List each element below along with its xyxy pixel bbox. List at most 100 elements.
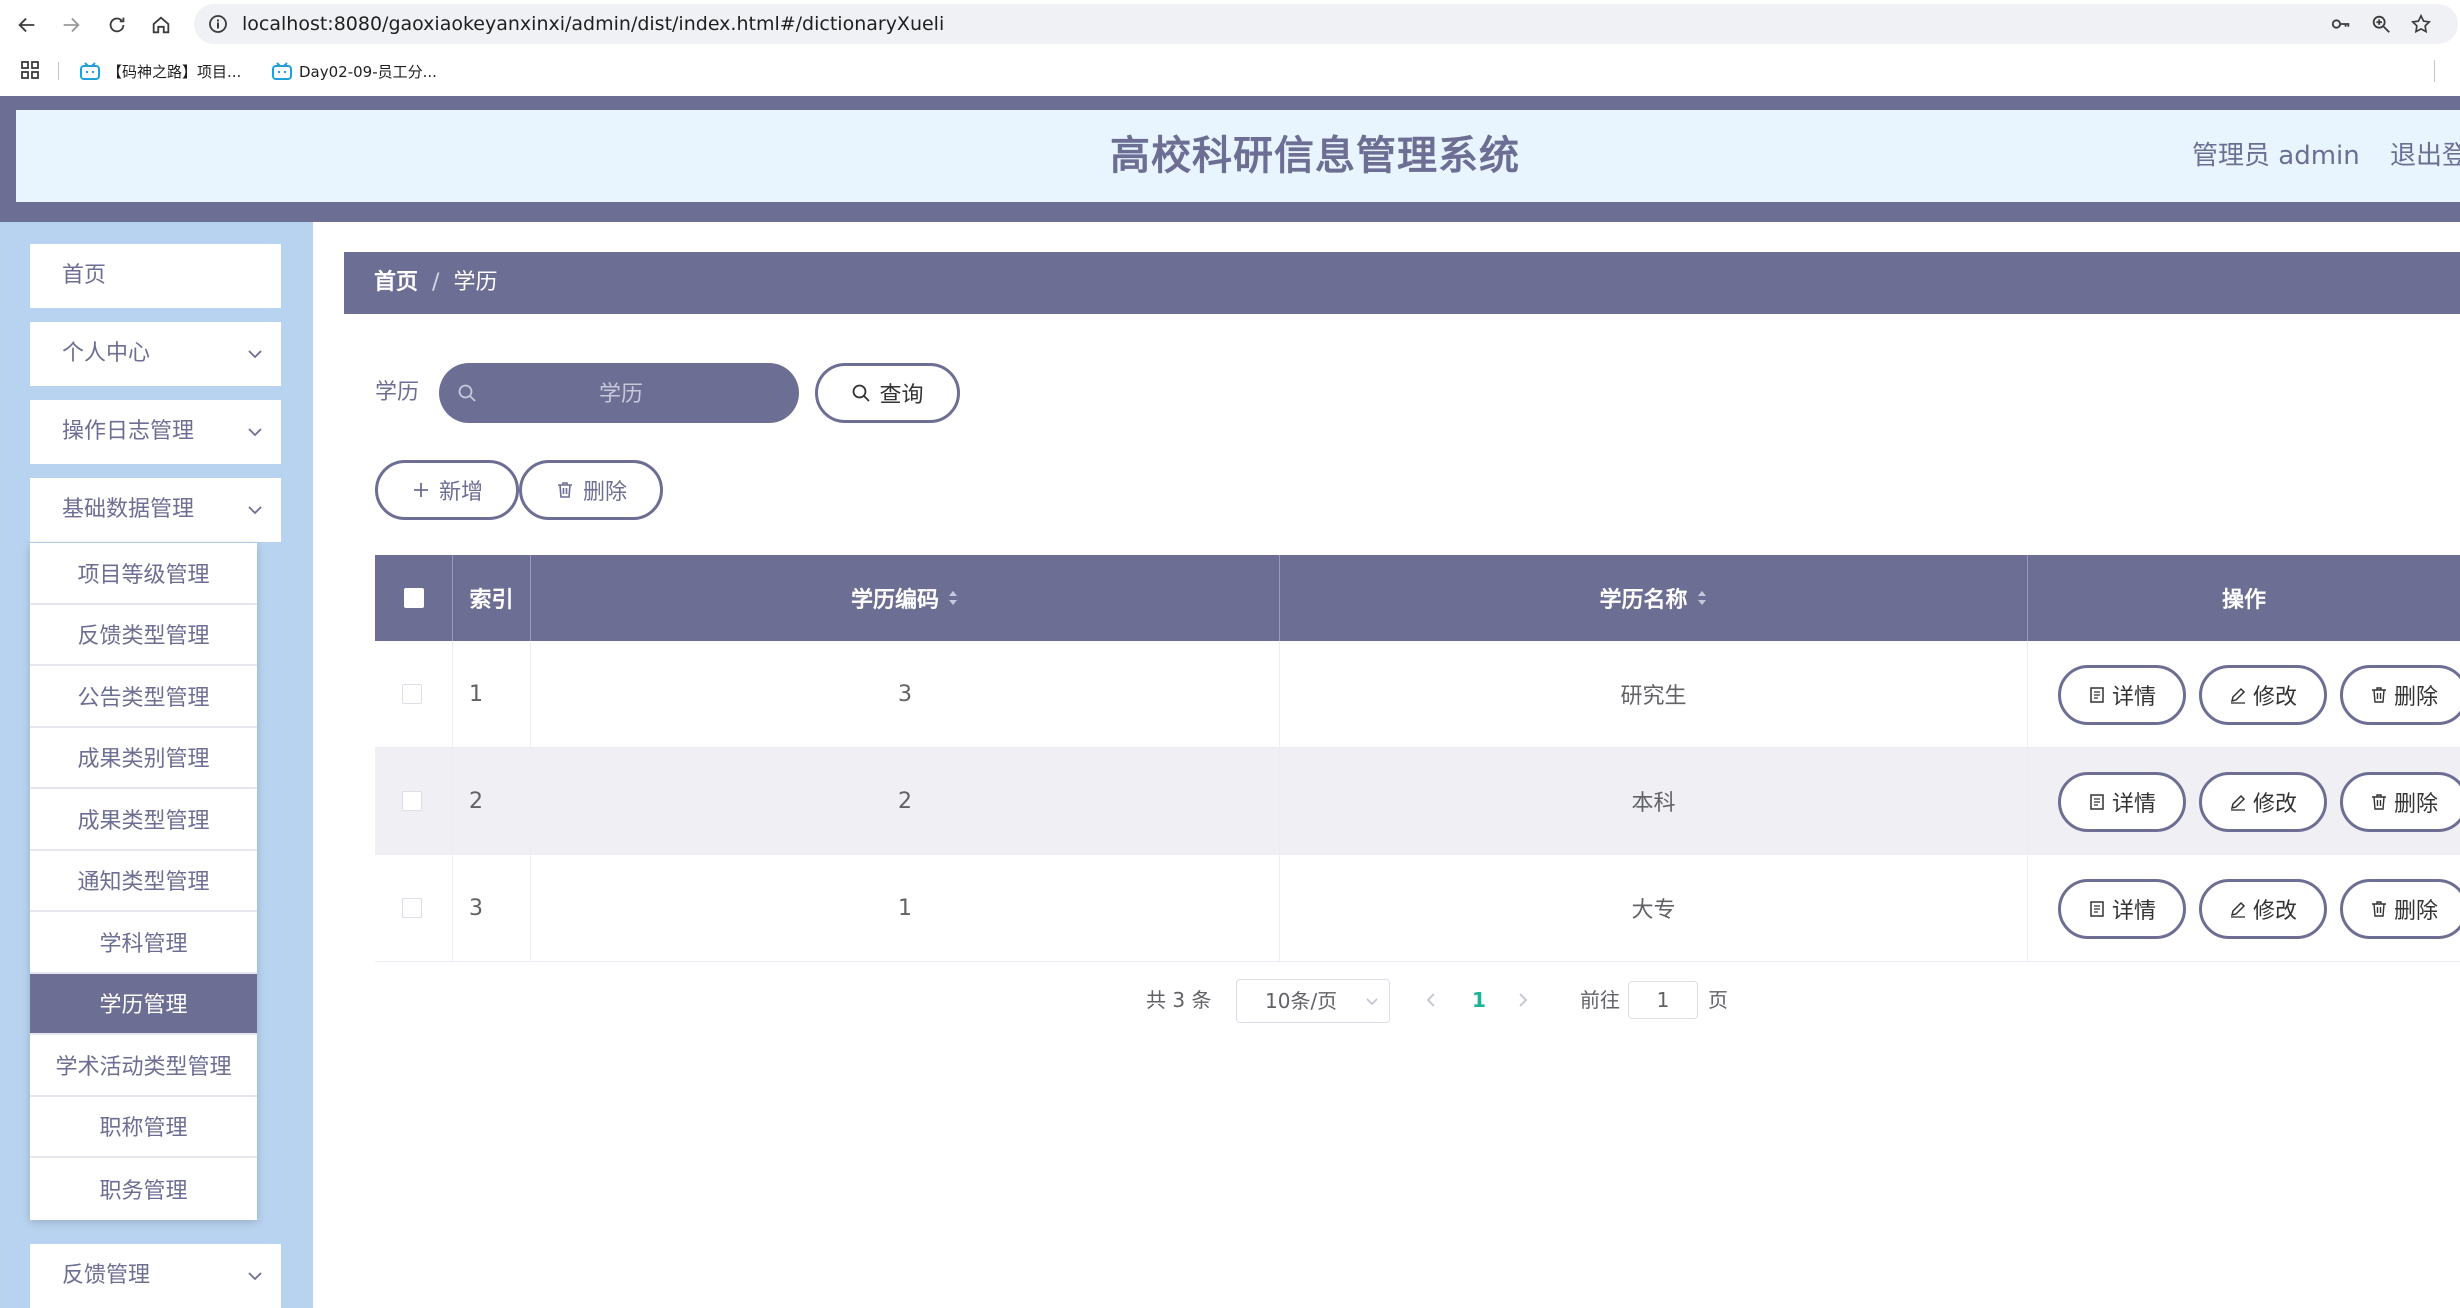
sidebar-item-feedback[interactable]: 反馈管理 xyxy=(30,1244,281,1308)
bookmark-label: Day02-09-员工分... xyxy=(299,62,437,81)
submenu-item[interactable]: 反馈类型管理 xyxy=(30,605,257,666)
bookmark-item[interactable]: 【码神之路】项目... xyxy=(80,58,241,84)
site-info-icon[interactable] xyxy=(208,14,228,34)
cell-ops: 详情 修改 删除 xyxy=(2028,641,2460,747)
column-header-name[interactable]: 学历名称 xyxy=(1280,555,2028,641)
table-row: 3 1 大专 详情 修改 删除 xyxy=(375,855,2460,962)
breadcrumb-home[interactable]: 首页 xyxy=(374,270,418,295)
back-icon[interactable] xyxy=(10,8,44,42)
chevron-down-icon xyxy=(248,350,262,359)
detail-button[interactable]: 详情 xyxy=(2058,665,2186,725)
bookmark-item[interactable]: Day02-09-员工分... xyxy=(272,58,437,84)
batch-delete-button[interactable]: 删除 xyxy=(519,460,663,520)
column-header-label: 索引 xyxy=(469,588,514,613)
add-button-label: 新增 xyxy=(438,480,483,505)
trash-icon xyxy=(2371,901,2386,917)
next-page-icon[interactable] xyxy=(1516,991,1530,1009)
breadcrumb-separator: / xyxy=(432,270,440,295)
submenu-item-active[interactable]: 学历管理 xyxy=(30,973,257,1035)
cell-index: 3 xyxy=(453,855,531,961)
bookmarks-bar: 【码神之路】项目... Day02-09-员工分... xyxy=(0,50,2460,92)
edit-button[interactable]: 修改 xyxy=(2199,879,2327,939)
row-checkbox[interactable] xyxy=(402,791,422,811)
edit-pencil-icon xyxy=(2230,687,2246,704)
reload-icon[interactable] xyxy=(100,8,134,42)
search-input[interactable] xyxy=(489,363,753,425)
chevron-down-icon xyxy=(248,506,262,515)
trash-icon xyxy=(2371,687,2386,703)
delete-button[interactable]: 删除 xyxy=(2340,879,2460,939)
document-icon xyxy=(2090,687,2104,703)
edit-label: 修改 xyxy=(2252,899,2297,924)
goto-page-input[interactable] xyxy=(1628,981,1698,1019)
delete-button[interactable]: 删除 xyxy=(2340,772,2460,832)
search-field[interactable] xyxy=(439,363,799,425)
sidebar-item-operation-log[interactable]: 操作日志管理 xyxy=(30,400,281,464)
submenu-item[interactable]: 成果类别管理 xyxy=(30,728,257,789)
password-key-icon[interactable] xyxy=(2330,13,2352,35)
cell-code: 2 xyxy=(531,748,1280,854)
submenu-item[interactable]: 成果类型管理 xyxy=(30,789,257,851)
delete-button[interactable]: 删除 xyxy=(2340,665,2460,725)
prev-page-icon[interactable] xyxy=(1424,991,1438,1009)
add-button[interactable]: 新增 xyxy=(375,460,519,520)
app-header: 高校科研信息管理系统 管理员 admin 退出登录 xyxy=(0,96,2460,222)
delete-label: 删除 xyxy=(2393,685,2438,710)
apps-grid-icon[interactable] xyxy=(20,60,40,80)
address-bar[interactable]: localhost:8080/gaoxiaokeyanxinxi/admin/d… xyxy=(194,4,2458,44)
edit-button[interactable]: 修改 xyxy=(2199,665,2327,725)
submenu-item[interactable]: 项目等级管理 xyxy=(30,543,257,605)
home-icon[interactable] xyxy=(144,8,178,42)
bookmark-star-icon[interactable] xyxy=(2410,13,2432,35)
submenu-item[interactable]: 学科管理 xyxy=(30,912,257,974)
page-size-select[interactable]: 10条/页 xyxy=(1236,979,1390,1023)
edit-label: 修改 xyxy=(2252,685,2297,710)
page-size-value: 10条/页 xyxy=(1265,989,1338,1013)
table-row: 1 3 研究生 详情 修改 删除 xyxy=(375,641,2460,748)
batch-delete-label: 删除 xyxy=(582,480,627,505)
column-header-index: 索引 xyxy=(453,555,531,641)
pagination-total: 共 3 条 xyxy=(1146,988,1212,1012)
bilibili-icon xyxy=(80,62,100,80)
sort-icon[interactable] xyxy=(1696,587,1708,609)
detail-button[interactable]: 详情 xyxy=(2058,772,2186,832)
column-header-code[interactable]: 学历编码 xyxy=(531,555,1280,641)
sidebar-item-basic-data[interactable]: 基础数据管理 xyxy=(30,478,281,542)
sidebar-item-personal-center[interactable]: 个人中心 xyxy=(30,322,281,386)
submenu-item[interactable]: 学术活动类型管理 xyxy=(30,1035,257,1097)
submenu-item[interactable]: 职称管理 xyxy=(30,1097,257,1158)
edit-pencil-icon xyxy=(2230,794,2246,811)
page-number-current[interactable]: 1 xyxy=(1472,979,1486,1021)
sort-icon[interactable] xyxy=(947,587,959,609)
logout-link[interactable]: 退出登录 xyxy=(2390,110,2460,202)
breadcrumb: 首页 / 学历 xyxy=(344,252,2460,314)
forward-icon[interactable] xyxy=(54,8,88,42)
search-icon xyxy=(853,384,871,402)
query-button[interactable]: 查询 xyxy=(815,363,960,423)
detail-button[interactable]: 详情 xyxy=(2058,879,2186,939)
delete-label: 删除 xyxy=(2393,792,2438,817)
sidebar-item-label: 个人中心 xyxy=(62,341,151,366)
submenu-item[interactable]: 公告类型管理 xyxy=(30,666,257,728)
row-checkbox[interactable] xyxy=(402,898,422,918)
url-text[interactable]: localhost:8080/gaoxiaokeyanxinxi/admin/d… xyxy=(242,4,944,44)
zoom-icon[interactable] xyxy=(2370,13,2392,35)
detail-label: 详情 xyxy=(2111,685,2156,710)
submenu-item[interactable]: 职务管理 xyxy=(30,1158,257,1220)
column-header-label: 学历编码 xyxy=(850,588,939,613)
breadcrumb-trail: 首页 / 学历 xyxy=(374,252,497,314)
edit-button[interactable]: 修改 xyxy=(2199,772,2327,832)
sidebar-item-home[interactable]: 首页 xyxy=(30,244,281,308)
bookmarks-divider xyxy=(58,62,59,80)
row-checkbox[interactable] xyxy=(402,684,422,704)
select-all-checkbox[interactable] xyxy=(403,588,424,608)
sidebar-item-label: 首页 xyxy=(62,263,107,288)
detail-label: 详情 xyxy=(2111,792,2156,817)
header-checkbox-cell xyxy=(375,555,453,641)
browser-chrome: localhost:8080/gaoxiaokeyanxinxi/admin/d… xyxy=(0,0,2460,96)
submenu-item[interactable]: 通知类型管理 xyxy=(30,851,257,912)
row-checkbox-cell xyxy=(375,641,453,747)
trash-icon xyxy=(2371,794,2386,810)
breadcrumb-current: 学历 xyxy=(453,270,498,295)
cell-code: 1 xyxy=(531,855,1280,961)
